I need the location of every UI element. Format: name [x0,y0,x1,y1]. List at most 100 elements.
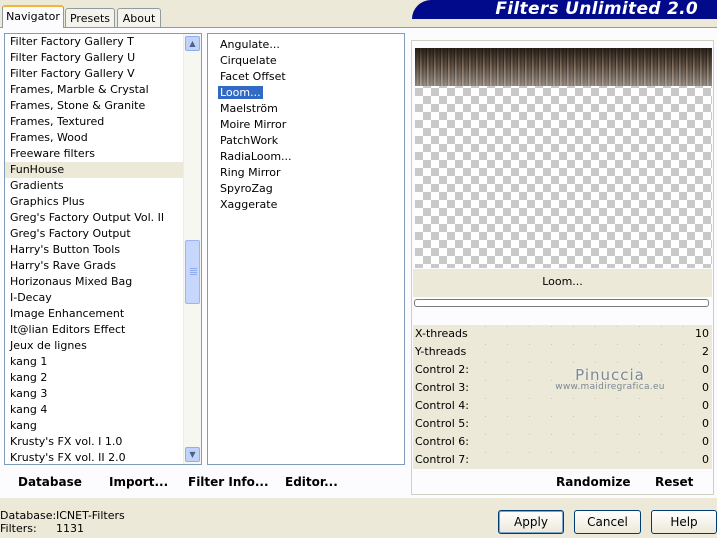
cancel-button[interactable]: Cancel [574,510,641,534]
filter-item-label: Cirquelate [220,54,277,67]
category-item[interactable]: Krusty's FX vol. II 2.0 [5,450,201,464]
slider-ticks [485,416,688,417]
tab-about[interactable]: About [117,8,161,27]
preview-pane: Loom... X-threads 10 Y-threads 2 Control 2: 0… [411,40,714,495]
control-slider[interactable]: Y-threads 2 [413,343,712,361]
tab-presets[interactable]: Presets [65,8,115,27]
category-scrollbar[interactable]: ▲ ▼ [183,34,201,464]
control-label: Control 4: [415,399,469,412]
filter-item[interactable]: PatchWork [208,133,404,149]
category-item[interactable]: Frames, Stone & Granite [5,98,201,114]
help-button[interactable]: Help [651,510,717,534]
category-item[interactable]: It@lian Editors Effect [5,322,201,338]
loom-stripes-preview [415,48,712,86]
filter-item-label: Maelström [220,102,278,115]
import-link[interactable]: Import... [109,475,168,489]
category-item[interactable]: Filter Factory Gallery V [5,66,201,82]
scroll-down-button[interactable]: ▼ [185,447,200,462]
category-item[interactable]: Freeware filters [5,146,201,162]
footer-filters-value: 1131 [56,522,84,535]
slider-ticks [485,398,688,399]
scroll-thumb[interactable] [185,240,200,304]
category-item[interactable]: Harry's Rave Grads [5,258,201,274]
category-item[interactable]: kang 2 [5,370,201,386]
category-item[interactable]: kang [5,418,201,434]
filter-item-label: Facet Offset [220,70,286,83]
control-slider[interactable]: Control 7: 0 [413,451,712,469]
control-slider[interactable]: Control 6: 0 [413,433,712,451]
control-slider[interactable]: X-threads 10 [413,325,712,343]
filter-item[interactable]: Xaggerate [208,197,404,213]
category-item[interactable]: Gradients [5,178,201,194]
category-item[interactable]: Greg's Factory Output Vol. II [5,210,201,226]
control-value: 0 [702,435,709,448]
control-value: 0 [702,399,709,412]
category-item[interactable]: kang 3 [5,386,201,402]
category-item[interactable]: FunHouse [5,162,201,178]
filter-item[interactable]: Cirquelate [208,53,404,69]
filter-item[interactable]: RadiaLoom... [208,149,404,165]
slider-ticks [485,362,688,363]
control-label: Control 6: [415,435,469,448]
filter-item-label: Moire Mirror [220,118,287,131]
slider-ticks [485,380,688,381]
category-item[interactable]: kang 4 [5,402,201,418]
scroll-up-button[interactable]: ▲ [185,36,200,51]
category-item[interactable]: Jeux de lignes [5,338,201,354]
app-title-banner: Filters Unlimited 2.0 [412,0,717,19]
apply-button[interactable]: Apply [498,510,564,534]
footer-database-value: ICNET-Filters [56,509,125,522]
slider-ticks [485,434,688,435]
control-label: Control 7: [415,453,469,466]
filter-item[interactable]: Loom... [208,85,404,101]
filter-item-label: SpyroZag [220,182,273,195]
editor-link[interactable]: Editor... [285,475,338,489]
control-value: 10 [695,327,709,340]
randomize-link[interactable]: Randomize [556,475,630,489]
database-link[interactable]: Database [18,475,82,489]
category-item[interactable]: Horizonaus Mixed Bag [5,274,201,290]
filter-item-label: RadiaLoom... [220,150,292,163]
category-item[interactable]: Filter Factory Gallery U [5,50,201,66]
control-label: Control 3: [415,381,469,394]
category-item[interactable]: Image Enhancement [5,306,201,322]
category-list[interactable]: Filter Factory Gallery T Filter Factory G… [4,33,202,465]
navigator-panel: Filter Factory Gallery T Filter Factory G… [0,27,717,498]
slider-ticks [485,452,688,453]
category-item[interactable]: Frames, Marble & Crystal [5,82,201,98]
control-slider[interactable]: Control 5: 0 [413,415,712,433]
control-slider[interactable]: Control 4: 0 [413,397,712,415]
tab-navigator[interactable]: Navigator [2,5,64,28]
control-label: Control 2: [415,363,469,376]
filter-item[interactable]: SpyroZag [208,181,404,197]
category-item[interactable]: Greg's Factory Output [5,226,201,242]
category-item[interactable]: Filter Factory Gallery T [5,34,201,50]
filter-info-link[interactable]: Filter Info... [188,475,269,489]
category-item[interactable]: Frames, Wood [5,130,201,146]
category-item[interactable]: Harry's Button Tools [5,242,201,258]
filter-item[interactable]: Maelström [208,101,404,117]
category-item[interactable]: kang 1 [5,354,201,370]
control-value: 0 [702,453,709,466]
category-item[interactable]: Krusty's FX vol. I 1.0 [5,434,201,450]
control-value: 0 [702,417,709,430]
filter-item-label: Angulate... [220,38,280,51]
filter-item[interactable]: Ring Mirror [208,165,404,181]
filter-list[interactable]: Angulate... Cirquelate Facet Offset Loom...… [207,33,405,465]
filter-item[interactable]: Facet Offset [208,69,404,85]
reset-link[interactable]: Reset [655,475,693,489]
progress-bar [414,299,709,307]
category-item[interactable]: Frames, Textured [5,114,201,130]
footer-filters-label: Filters: [0,522,37,535]
control-slider[interactable]: Control 3: 0 [413,379,712,397]
filter-item[interactable]: Moire Mirror [208,117,404,133]
category-item[interactable]: I-Decay [5,290,201,306]
footer-database-label: Database: [0,509,57,522]
control-value: 0 [702,363,709,376]
filter-item-label: Ring Mirror [220,166,281,179]
category-item[interactable]: Graphics Plus [5,194,201,210]
filter-controls: X-threads 10 Y-threads 2 Control 2: 0 Control … [413,325,712,469]
control-slider[interactable]: Control 2: 0 [413,361,712,379]
control-label: X-threads [415,327,468,340]
filter-item[interactable]: Angulate... [208,37,404,53]
